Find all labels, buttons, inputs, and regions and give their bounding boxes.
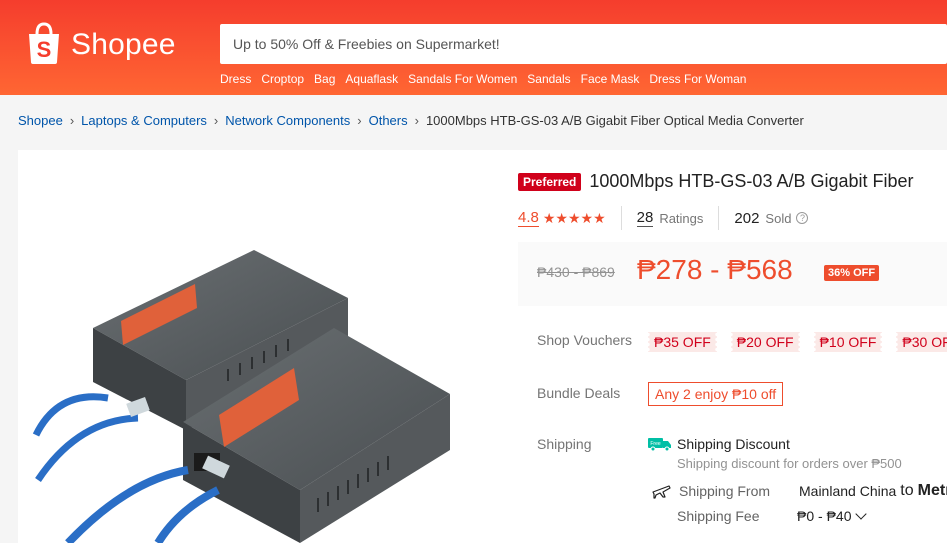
voucher-20-off[interactable]: ₱20 OFF bbox=[730, 332, 800, 352]
vouchers-label: Shop Vouchers bbox=[537, 332, 632, 348]
shipping-fee-value[interactable]: ₱0 - ₱40 bbox=[797, 508, 851, 524]
discount-badge: 36% OFF bbox=[824, 265, 880, 281]
chevron-down-icon[interactable] bbox=[855, 507, 868, 520]
quick-links: Dress Croptop Bag Aquaflask Sandals For … bbox=[220, 72, 756, 86]
search-input[interactable] bbox=[220, 24, 947, 64]
shipping-to-word: to bbox=[900, 482, 914, 499]
quick-link-aquaflask[interactable]: Aquaflask bbox=[345, 72, 398, 86]
ratings-label: Ratings bbox=[659, 210, 704, 226]
product-title: 1000Mbps HTB-GS-03 A/B Gigabit Fiber bbox=[589, 171, 914, 191]
quick-link-sandals-for-women[interactable]: Sandals For Women bbox=[408, 72, 517, 86]
price-box: ₱430 - ₱869 ₱278 - ₱568 36% OFF bbox=[518, 242, 947, 306]
voucher-10-off[interactable]: ₱10 OFF bbox=[813, 332, 883, 352]
breadcrumb-shopee[interactable]: Shopee bbox=[18, 113, 63, 128]
truck-badge-text: Free bbox=[650, 441, 661, 447]
original-price: ₱430 - ₱869 bbox=[537, 264, 615, 280]
breadcrumb-laptops-computers[interactable]: Laptops & Computers bbox=[81, 113, 207, 128]
rating-score[interactable]: 4.8 bbox=[518, 209, 539, 227]
shipping-fee-row: Shipping Fee ₱0 - ₱40 bbox=[677, 507, 868, 524]
media-converter-image bbox=[32, 250, 450, 543]
shipping-from-label: Shipping From bbox=[679, 483, 771, 499]
free-shipping-truck-icon: Free bbox=[648, 438, 671, 451]
shipping-label: Shipping bbox=[537, 436, 592, 452]
shipping-discount-desc: Shipping discount for orders over ₱500 bbox=[677, 456, 902, 471]
title-row: Preferred 1000Mbps HTB-GS-03 A/B Gigabit… bbox=[518, 171, 914, 192]
quick-link-sandals[interactable]: Sandals bbox=[527, 72, 570, 86]
voucher-list: ₱35 OFF ₱20 OFF ₱10 OFF ₱30 OFF bbox=[648, 332, 947, 352]
voucher-35-off[interactable]: ₱35 OFF bbox=[648, 332, 717, 352]
shipping-from-value: Mainland China bbox=[799, 483, 897, 499]
chevron-right-icon: › bbox=[213, 113, 219, 128]
quick-link-dress[interactable]: Dress bbox=[220, 72, 251, 86]
divider bbox=[718, 206, 720, 230]
shipping-to-location[interactable]: Metr bbox=[918, 482, 947, 500]
current-price: ₱278 - ₱568 bbox=[637, 254, 793, 285]
quick-link-bag[interactable]: Bag bbox=[314, 72, 335, 86]
chevron-right-icon: › bbox=[69, 113, 75, 128]
airplane-icon bbox=[652, 485, 671, 499]
shipping-fee-label: Shipping Fee bbox=[677, 508, 760, 524]
product-info: Preferred 1000Mbps HTB-GS-03 A/B Gigabit… bbox=[518, 150, 947, 543]
sold-label: Sold bbox=[765, 210, 792, 226]
sold-count: 202 bbox=[734, 209, 760, 227]
shopee-logo[interactable]: S Shopee bbox=[25, 20, 176, 66]
logo-text: Shopee bbox=[71, 28, 176, 61]
chevron-right-icon: › bbox=[357, 113, 362, 128]
quick-link-dress-for-woman[interactable]: Dress For Woman bbox=[649, 72, 746, 86]
preferred-badge: Preferred bbox=[518, 172, 582, 191]
search-bar[interactable] bbox=[220, 24, 947, 64]
bundle-label: Bundle Deals bbox=[537, 385, 621, 401]
shipping-from-row: Shipping From Mainland China to Metr bbox=[651, 482, 947, 500]
voucher-30-off[interactable]: ₱30 OFF bbox=[896, 332, 947, 352]
quick-link-croptop[interactable]: Croptop bbox=[261, 72, 304, 86]
bundle-deal-button[interactable]: Any 2 enjoy ₱10 off bbox=[648, 382, 784, 406]
quick-link-face-mask[interactable]: Face Mask bbox=[581, 72, 640, 86]
svg-text:S: S bbox=[37, 37, 52, 62]
divider bbox=[620, 206, 622, 230]
breadcrumb-network-components[interactable]: Network Components bbox=[225, 113, 350, 128]
product-image[interactable] bbox=[18, 150, 488, 543]
top-header: S Shopee Dress Croptop Bag Aquaflask San… bbox=[0, 0, 947, 95]
breadcrumb: Shopee › Laptops & Computers › Network C… bbox=[18, 113, 804, 128]
shipping-discount: Free Shipping Discount Shipping discount… bbox=[648, 436, 902, 471]
shipping-discount-title: Shipping Discount bbox=[677, 436, 790, 452]
star-rating-icon: ★★★★★ bbox=[542, 209, 606, 226]
rating-row: 4.8 ★★★★★ 28 Ratings 202 Sold ? bbox=[518, 206, 809, 230]
breadcrumb-others[interactable]: Others bbox=[369, 113, 408, 128]
breadcrumb-current: 1000Mbps HTB-GS-03 A/B Gigabit Fiber Opt… bbox=[425, 113, 804, 128]
question-icon[interactable]: ? bbox=[796, 212, 809, 224]
ratings-count[interactable]: 28 bbox=[636, 209, 654, 227]
shopping-bag-icon: S bbox=[29, 22, 59, 64]
chevron-right-icon: › bbox=[414, 113, 419, 128]
